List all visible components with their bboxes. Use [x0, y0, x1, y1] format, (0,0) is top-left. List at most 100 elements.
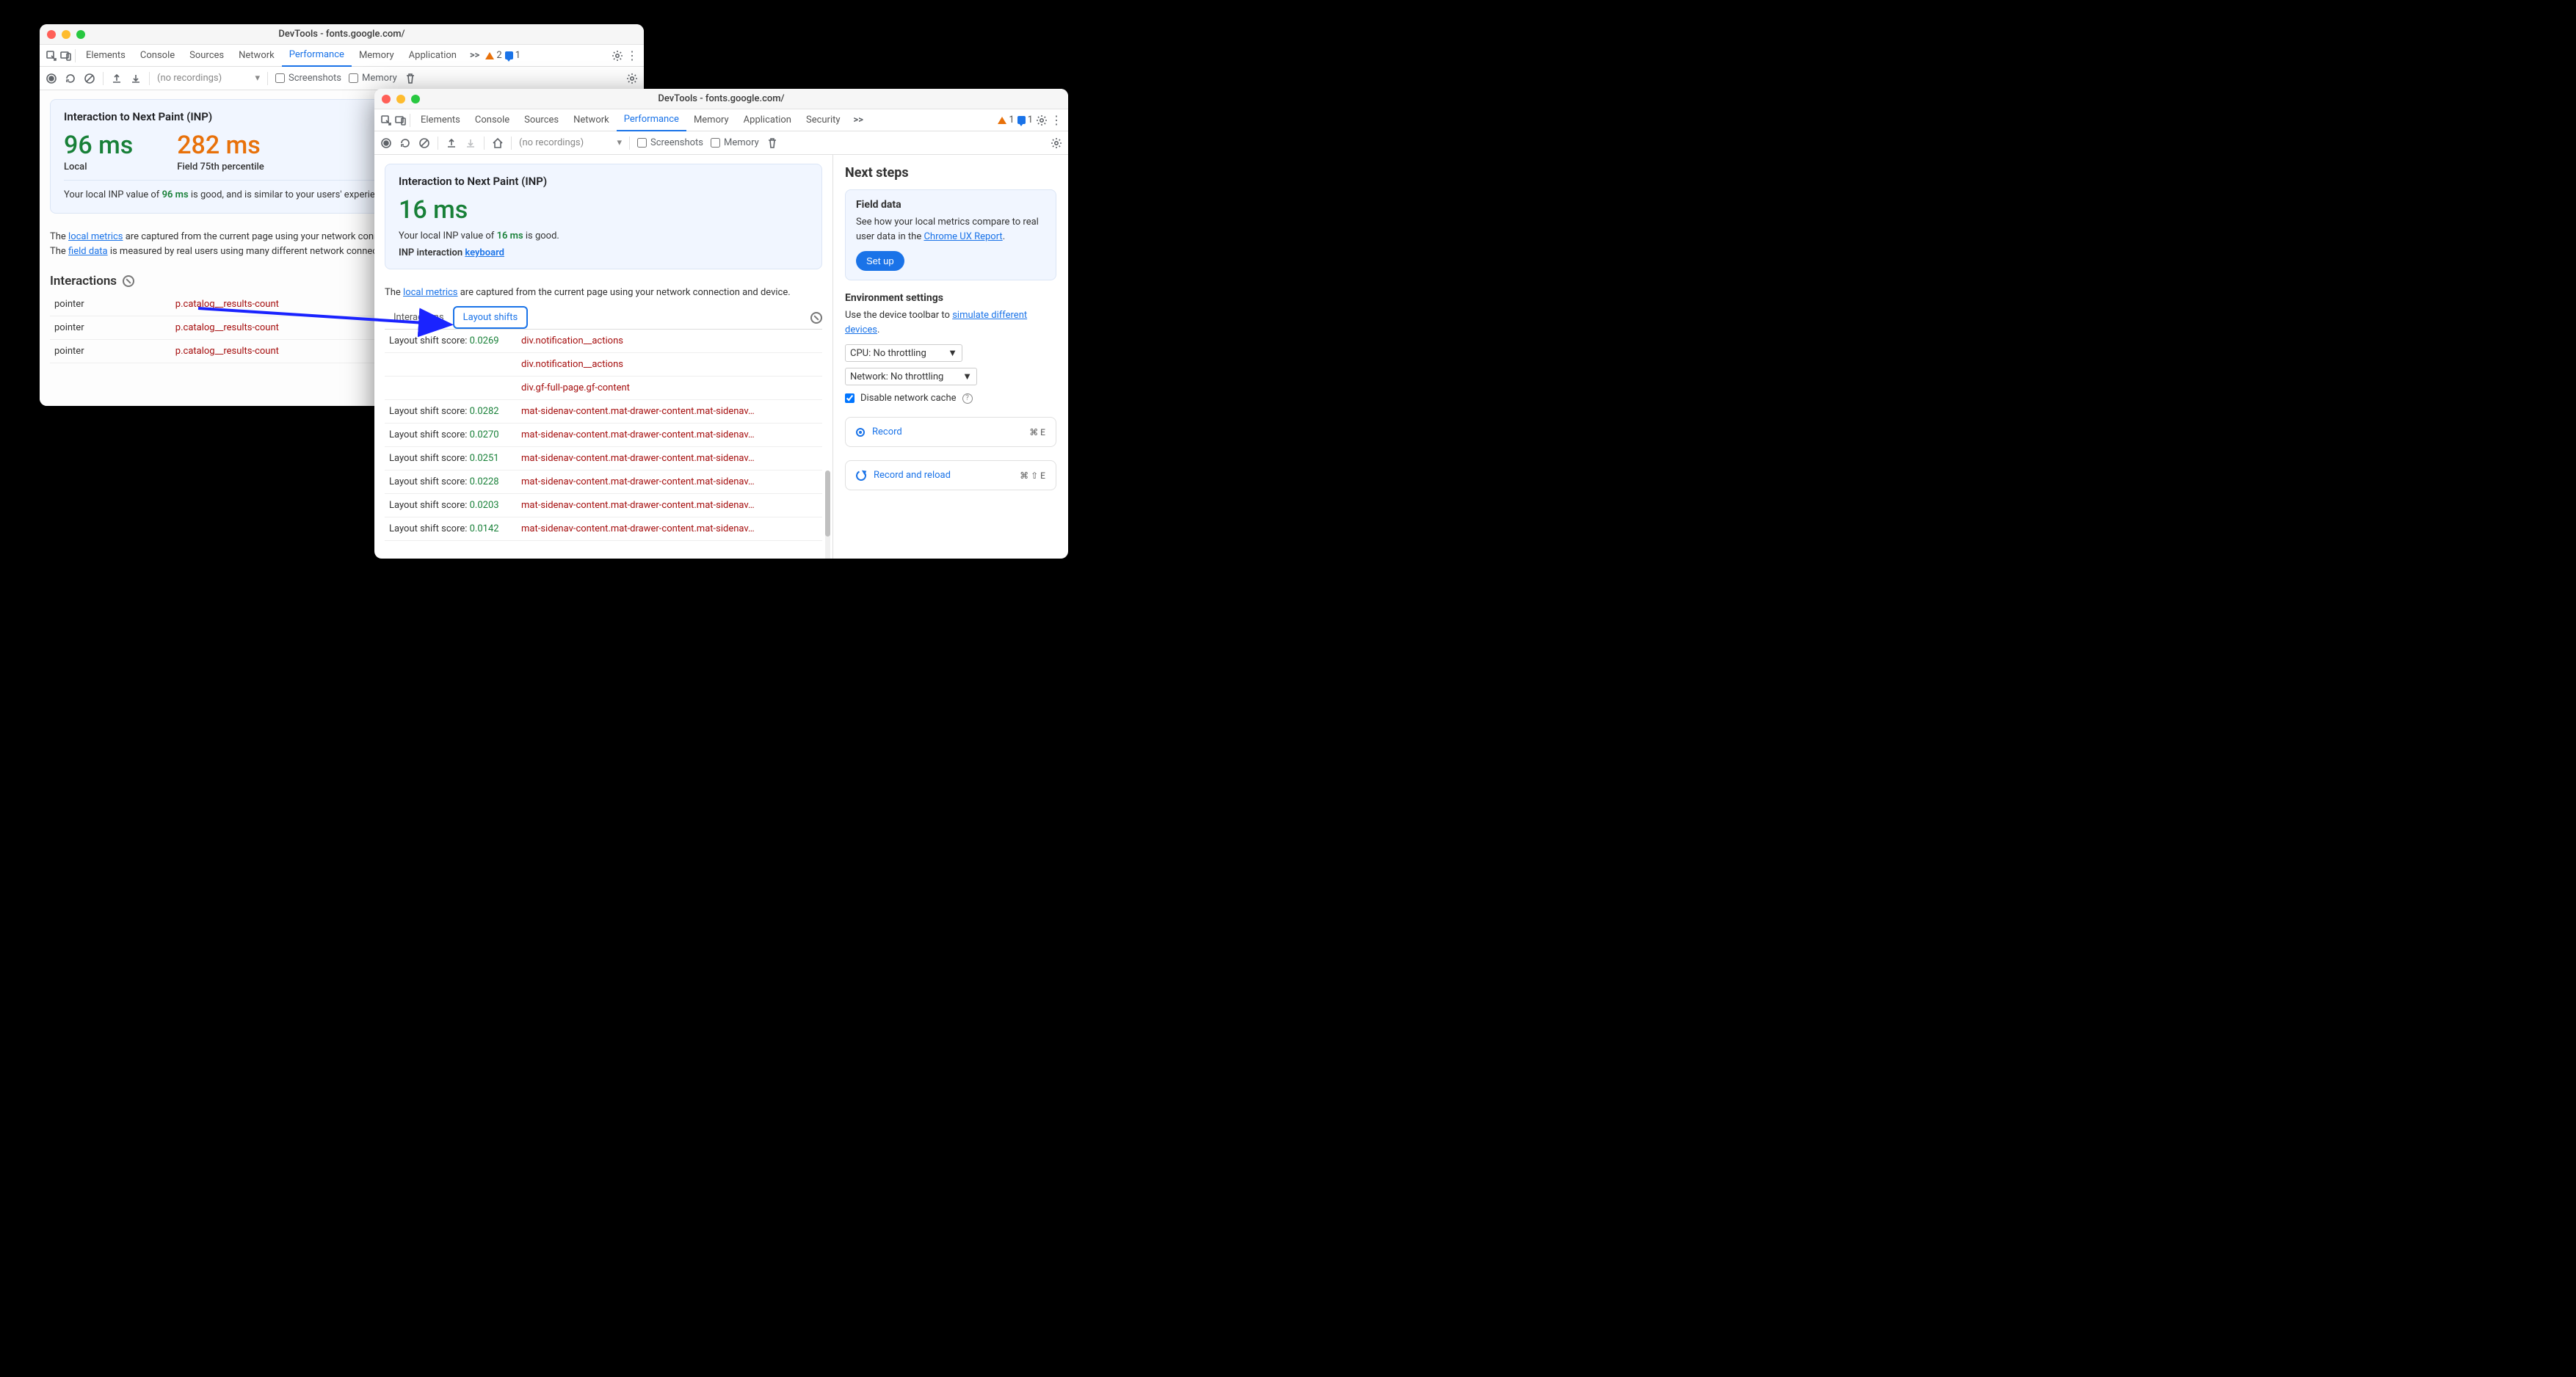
- tab-memory[interactable]: Memory: [352, 45, 402, 67]
- main-tabbar: ElementsConsoleSourcesNetworkPerformance…: [374, 109, 1068, 131]
- screenshots-checkbox[interactable]: Screenshots: [637, 137, 703, 148]
- settings-icon[interactable]: [612, 50, 623, 62]
- upload-icon[interactable]: [111, 73, 123, 84]
- setup-button[interactable]: Set up: [856, 251, 904, 271]
- tab-console[interactable]: Console: [468, 109, 517, 131]
- trash-icon[interactable]: [404, 73, 416, 84]
- table-row[interactable]: div.gf-full-page.gf-content: [385, 377, 822, 400]
- titlebar: DevTools - fonts.google.com/: [374, 89, 1068, 109]
- local-metrics-link[interactable]: local metrics: [68, 231, 123, 242]
- titlebar: DevTools - fonts.google.com/: [40, 24, 644, 45]
- upload-icon[interactable]: [446, 137, 457, 149]
- inp-title: Interaction to Next Paint (INP): [399, 175, 808, 188]
- more-tabs-icon[interactable]: >>: [851, 115, 866, 126]
- more-icon[interactable]: ⋮: [1051, 115, 1062, 126]
- record-action[interactable]: Record ⌘ E: [845, 417, 1056, 447]
- warnings-badge[interactable]: 2: [485, 50, 501, 61]
- record-reload-action[interactable]: Record and reload ⌘ ⇧ E: [845, 460, 1056, 490]
- clear-icon[interactable]: [418, 137, 430, 149]
- perf-subtabs: Interactions Layout shifts: [385, 306, 822, 330]
- table-row[interactable]: Layout shift score: 0.0203mat-sidenav-co…: [385, 494, 822, 517]
- sidebar-heading: Next steps: [845, 165, 1056, 181]
- tab-application[interactable]: Application: [736, 109, 799, 131]
- warnings-badge[interactable]: 1: [998, 115, 1014, 126]
- tab-interactions[interactable]: Interactions: [385, 308, 453, 327]
- device-toolbar-icon[interactable]: [60, 50, 72, 62]
- perf-toolbar: (no recordings)▾ Screenshots Memory: [40, 67, 644, 90]
- inp-description: Your local INP value of 16 ms is good.: [399, 230, 808, 241]
- table-row[interactable]: Layout shift score: 0.0269div.notificati…: [385, 330, 822, 353]
- table-row[interactable]: Layout shift score: 0.0142mat-sidenav-co…: [385, 517, 822, 541]
- tab-elements[interactable]: Elements: [413, 109, 468, 131]
- settings-icon[interactable]: [1036, 115, 1048, 126]
- inp-interaction-link[interactable]: keyboard: [465, 247, 504, 258]
- help-icon[interactable]: ?: [962, 393, 973, 404]
- window-title: DevTools - fonts.google.com/: [40, 29, 644, 40]
- tab-application[interactable]: Application: [402, 45, 464, 67]
- inspect-icon[interactable]: [46, 50, 57, 62]
- reload-icon[interactable]: [65, 73, 76, 84]
- inspect-icon[interactable]: [380, 115, 392, 126]
- inp-field-value: 282 ms: [177, 131, 264, 160]
- tab-layout-shifts[interactable]: Layout shifts: [453, 306, 529, 329]
- inp-local-value: 96 ms: [64, 131, 133, 160]
- table-row[interactable]: Layout shift score: 0.0228mat-sidenav-co…: [385, 470, 822, 494]
- device-toolbar-icon[interactable]: [395, 115, 407, 126]
- table-row[interactable]: Layout shift score: 0.0251mat-sidenav-co…: [385, 447, 822, 470]
- tab-performance[interactable]: Performance: [617, 109, 686, 131]
- tab-sources[interactable]: Sources: [517, 109, 566, 131]
- tab-elements[interactable]: Elements: [79, 45, 133, 67]
- tab-console[interactable]: Console: [133, 45, 182, 67]
- inp-local-label: Local: [64, 161, 133, 172]
- scrollbar-thumb[interactable]: [825, 470, 830, 537]
- home-icon[interactable]: [492, 137, 504, 149]
- main-tabbar: ElementsConsoleSourcesNetworkPerformance…: [40, 45, 644, 67]
- field-data-link[interactable]: field data: [68, 246, 108, 257]
- tab-sources[interactable]: Sources: [182, 45, 231, 67]
- next-steps-sidebar: Next steps Field data See how your local…: [833, 155, 1068, 559]
- panel-settings-icon[interactable]: [626, 73, 638, 84]
- download-icon[interactable]: [130, 73, 142, 84]
- devtools-window-2: DevTools - fonts.google.com/ ElementsCon…: [374, 89, 1068, 559]
- issues-badge[interactable]: 1: [505, 50, 520, 61]
- panel-settings-icon[interactable]: [1051, 137, 1062, 149]
- inp-card: Interaction to Next Paint (INP) 16 ms Yo…: [385, 164, 822, 269]
- reload-icon[interactable]: [399, 137, 411, 149]
- field-data-card: Field data See how your local metrics co…: [845, 189, 1056, 280]
- clear-icon[interactable]: [84, 73, 95, 84]
- download-icon[interactable]: [465, 137, 476, 149]
- perf-main: Interaction to Next Paint (INP) 16 ms Yo…: [374, 155, 833, 559]
- tab-performance[interactable]: Performance: [282, 45, 352, 67]
- tab-network[interactable]: Network: [231, 45, 282, 67]
- separator: [75, 49, 76, 62]
- env-settings-heading: Environment settings: [845, 292, 1056, 304]
- record-icon: [856, 428, 865, 437]
- more-tabs-icon[interactable]: >>: [467, 50, 482, 61]
- no-entry-icon[interactable]: [810, 312, 822, 324]
- crux-link[interactable]: Chrome UX Report: [924, 231, 1002, 242]
- tab-memory[interactable]: Memory: [686, 109, 736, 131]
- more-icon[interactable]: ⋮: [626, 50, 638, 62]
- issues-badge[interactable]: 1: [1017, 115, 1033, 126]
- perf-toolbar: (no recordings)▾ Screenshots Memory: [374, 131, 1068, 155]
- tab-network[interactable]: Network: [566, 109, 617, 131]
- record-icon[interactable]: [380, 137, 392, 149]
- trash-icon[interactable]: [766, 137, 778, 149]
- table-row[interactable]: Layout shift score: 0.0270mat-sidenav-co…: [385, 424, 822, 447]
- memory-checkbox[interactable]: Memory: [349, 73, 397, 84]
- screenshots-checkbox[interactable]: Screenshots: [275, 73, 341, 84]
- inp-local-value: 16 ms: [399, 195, 808, 225]
- record-icon[interactable]: [46, 73, 57, 84]
- inp-field-label: Field 75th percentile: [177, 161, 264, 172]
- local-metrics-link[interactable]: local metrics: [403, 287, 457, 298]
- no-entry-icon[interactable]: [123, 275, 134, 287]
- network-throttle-select[interactable]: Network: No throttling▼: [845, 368, 977, 385]
- memory-checkbox[interactable]: Memory: [711, 137, 759, 148]
- table-row[interactable]: Layout shift score: 0.0282mat-sidenav-co…: [385, 400, 822, 424]
- cpu-throttle-select[interactable]: CPU: No throttling▼: [845, 344, 962, 362]
- table-row[interactable]: div.notification__actions: [385, 353, 822, 377]
- disable-cache-checkbox[interactable]: [845, 393, 855, 403]
- tab-security[interactable]: Security: [799, 109, 848, 131]
- recordings-dropdown[interactable]: (no recordings)▾: [157, 73, 260, 84]
- recordings-dropdown[interactable]: (no recordings)▾: [519, 137, 622, 148]
